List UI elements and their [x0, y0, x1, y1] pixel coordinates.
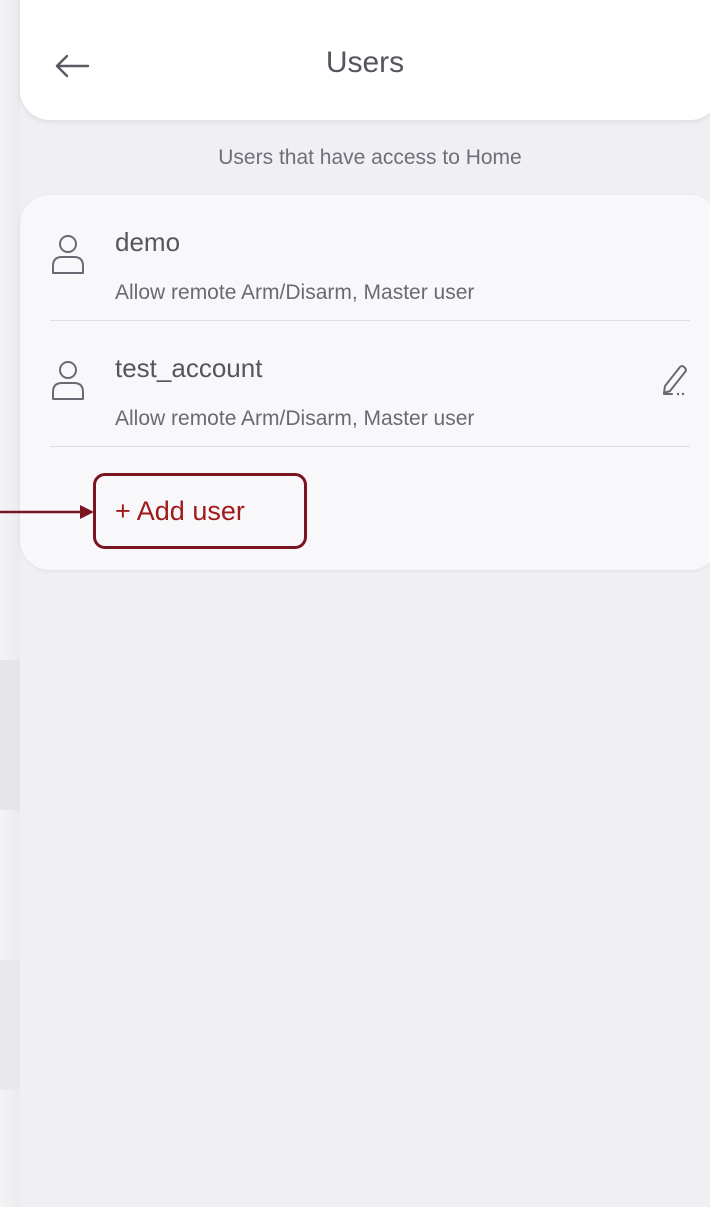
- top-bar: Users: [20, 0, 710, 120]
- page-title: Users: [325, 46, 405, 79]
- user-name: demo: [115, 227, 181, 257]
- background-app-edge: [0, 0, 20, 1207]
- user-permissions: Allow remote Arm/Disarm, Master user: [115, 281, 475, 304]
- user-permissions: Allow remote Arm/Disarm, Master user: [115, 407, 475, 430]
- pencil-icon[interactable]: [658, 363, 690, 399]
- users-card: demo Allow remote Arm/Disarm, Master use…: [20, 195, 710, 570]
- user-row-test-account[interactable]: test_account Allow remote Arm/Disarm, Ma…: [50, 321, 690, 447]
- add-user-button[interactable]: + Add user: [93, 473, 307, 549]
- user-name: test_account: [115, 353, 263, 383]
- ghost-block: [0, 960, 20, 1090]
- users-subtitle: Users that have access to Home: [218, 146, 522, 169]
- users-screen: Users Users that have access to Home dem…: [0, 0, 710, 1207]
- ghost-block: [0, 660, 20, 810]
- annotation-arrow-icon: [0, 505, 94, 519]
- user-icon: [52, 235, 84, 274]
- user-icon: [52, 361, 84, 400]
- user-row-demo[interactable]: demo Allow remote Arm/Disarm, Master use…: [50, 195, 690, 321]
